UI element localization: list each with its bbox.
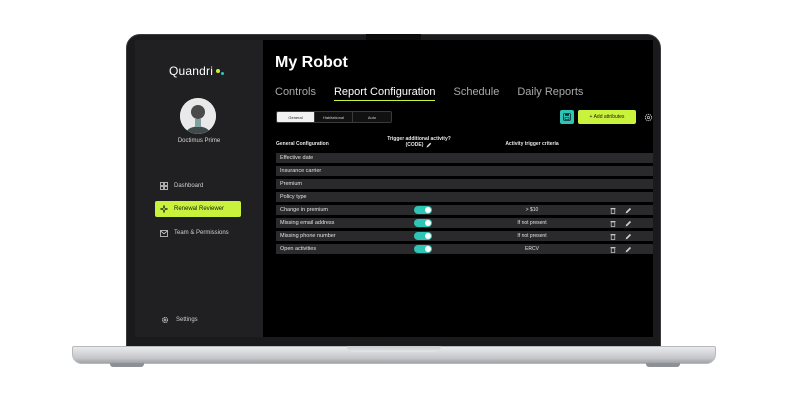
logo-dot-icon [216,69,221,73]
sidebar-item-label: Renewal Reviewer [174,206,225,212]
table-row: Missing email address If not present [276,218,653,228]
table-row: Missing phone number If not present [276,231,653,241]
gear-icon [644,113,652,121]
table-row: Insurance carrier [276,166,653,176]
segment-habitational[interactable]: Habitational [315,112,353,122]
sparkle-icon [159,205,168,214]
tab-bar: Controls Report Configuration Schedule D… [275,86,601,101]
toggle-knob [425,220,431,226]
toggle-knob [425,246,431,252]
laptop-foot [646,363,680,367]
row-label: Insurance carrier [280,168,322,174]
pencil-icon[interactable] [625,233,632,240]
sidebar-item-team-permissions[interactable]: Team & Permissions [155,225,241,241]
sidebar-item-label: Dashboard [174,183,204,189]
row-label: Missing phone number [280,233,336,239]
tab-controls[interactable]: Controls [275,86,316,101]
code-label: (CODE) [405,142,424,148]
toggle-knob [425,207,431,213]
pencil-icon[interactable] [625,220,632,227]
row-label: Change in premium [280,207,328,213]
row-label: Effective date [280,155,314,161]
sidebar-item-label: Team & Permissions [174,230,229,236]
trigger-toggle[interactable] [414,206,432,214]
save-icon [563,113,571,121]
row-label: Premium [280,181,303,187]
table-settings-button[interactable] [642,111,653,123]
mail-icon [159,229,168,238]
save-button[interactable] [560,110,574,124]
criteria-value: If not present [517,220,547,226]
sidebar-item-settings[interactable]: Settings [161,316,198,324]
logo-dot-icon [221,72,225,75]
pencil-icon[interactable] [426,142,432,148]
sidebar-item-renewal-reviewer[interactable]: Renewal Reviewer [155,201,241,217]
laptop-foot [110,363,144,367]
user-name: Doctimus Prime [177,138,221,144]
row-label: Policy type [280,194,307,200]
tab-schedule[interactable]: Schedule [453,86,499,101]
table-row: Change in premium > $10 [276,205,653,215]
column-header-config: General Configuration [276,141,329,147]
pencil-icon[interactable] [625,246,632,253]
settings-label: Settings [176,317,198,323]
tab-report-configuration[interactable]: Report Configuration [333,86,436,101]
table-row: Premium [276,179,653,189]
segment-general[interactable]: General [277,112,315,122]
trigger-toggle[interactable] [414,219,432,227]
row-label: Open activities [280,246,317,252]
criteria-value: > $10 [525,207,539,213]
add-attributes-button[interactable]: + Add attributes [578,110,636,124]
pencil-icon[interactable] [625,207,632,214]
trash-icon[interactable] [609,220,616,227]
column-header-criteria: Activity trigger criteria [505,141,559,147]
trigger-toggle[interactable] [414,232,432,240]
table-row: Effective date [276,153,653,163]
user-avatar-icon [180,98,216,134]
trash-icon[interactable] [609,207,616,214]
laptop-groove [347,346,441,352]
page-title: My Robot [275,54,348,71]
brand-name: Quandri [169,64,214,78]
criteria-value: ERCV [525,246,539,252]
tab-daily-reports[interactable]: Daily Reports [517,86,583,101]
segment-auto[interactable]: Auto [353,112,391,122]
table-row: Policy type [276,192,653,202]
row-label: Missing email address [280,220,335,226]
sidebar: Quandri Doctimus Prime Dashboard Renewal… [135,40,263,337]
configuration-table: Effective date Insurance carrier Premium… [276,153,653,257]
sidebar-item-dashboard[interactable]: Dashboard [155,178,241,194]
criteria-value: If not present [517,233,547,239]
column-header-trigger: Trigger additional activity? (CODE) [377,136,461,148]
app-screen: Quandri Doctimus Prime Dashboard Renewal… [135,40,653,337]
toggle-knob [425,233,431,239]
trash-icon[interactable] [609,233,616,240]
gear-icon [161,316,169,324]
laptop-mockup: Quandri Doctimus Prime Dashboard Renewal… [0,0,800,400]
table-row: Open activities ERCV [276,244,653,254]
grid-icon [159,182,168,191]
trash-icon[interactable] [609,246,616,253]
trigger-toggle[interactable] [414,245,432,253]
column-header-trigger-line2: (CODE) [377,142,461,148]
category-segmented-control: General Habitational Auto [276,111,392,123]
brand-logo[interactable]: Quandri [169,64,225,78]
avatar[interactable] [180,98,216,134]
